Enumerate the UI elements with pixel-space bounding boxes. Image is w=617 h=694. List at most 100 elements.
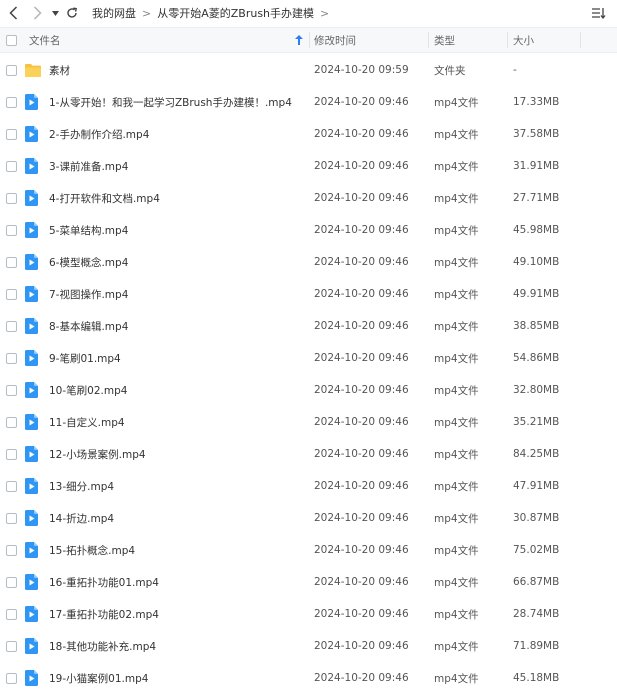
file-row[interactable]: 7-视图操作.mp4 2024-10-20 09:46 mp4文件 49.91MB [0,278,617,310]
breadcrumb-item-current[interactable]: 从零开始A菱的ZBrush手办建模 [157,5,314,21]
file-name[interactable]: 14-折边.mp4 [49,502,114,534]
file-row[interactable]: 5-菜单结构.mp4 2024-10-20 09:46 mp4文件 45.98MB [0,214,617,246]
file-type: mp4文件 [434,192,479,205]
file-row[interactable]: 6-模型概念.mp4 2024-10-20 09:46 mp4文件 49.10MB [0,246,617,278]
breadcrumb-item-root[interactable]: 我的网盘 [92,5,136,21]
column-header-size[interactable]: 大小 [513,28,583,52]
file-row[interactable]: 12-小场景案例.mp4 2024-10-20 09:46 mp4文件 84.25MB [0,438,617,470]
row-checkbox[interactable] [6,545,17,556]
file-name[interactable]: 8-基本编辑.mp4 [49,310,128,342]
video-file-icon [25,350,38,370]
breadcrumb: 我的网盘 > 从零开始A菱的ZBrush手办建模 > [92,4,335,22]
row-checkbox[interactable] [6,289,17,300]
column-divider[interactable] [309,32,310,48]
select-all-checkbox[interactable] [6,35,17,46]
file-row[interactable]: 8-基本编辑.mp4 2024-10-20 09:46 mp4文件 38.85MB [0,310,617,342]
file-name[interactable]: 18-其他功能补充.mp4 [49,630,156,662]
column-header-size-label: 大小 [513,34,534,47]
file-type: mp4文件 [434,544,479,557]
file-modified-time: 2024-10-20 09:46 [314,256,409,268]
row-checkbox[interactable] [6,321,17,332]
file-size: 49.10MB [513,256,560,268]
file-row[interactable]: 11-自定义.mp4 2024-10-20 09:46 mp4文件 35.21MB [0,406,617,438]
forward-button[interactable] [30,4,44,22]
row-checkbox[interactable] [6,673,17,684]
column-header-name[interactable]: 文件名 [29,28,309,52]
file-name[interactable]: 7-视图操作.mp4 [49,278,128,310]
file-name[interactable]: 4-打开软件和文档.mp4 [49,182,160,214]
refresh-button[interactable] [64,4,80,22]
file-name[interactable]: 10-笔刷02.mp4 [49,374,127,406]
row-checkbox[interactable] [6,97,17,108]
file-type: mp4文件 [434,96,479,109]
file-size: 38.85MB [513,320,560,332]
breadcrumb-separator: > [320,6,330,20]
file-modified-time: 2024-10-20 09:46 [314,352,409,364]
file-name[interactable]: 17-重拓扑功能02.mp4 [49,598,159,630]
row-checkbox[interactable] [6,193,17,204]
video-file-icon [25,606,38,626]
file-row[interactable]: 13-细分.mp4 2024-10-20 09:46 mp4文件 47.91MB [0,470,617,502]
file-row[interactable]: 10-笔刷02.mp4 2024-10-20 09:46 mp4文件 32.80MB [0,374,617,406]
row-checkbox[interactable] [6,129,17,140]
file-name[interactable]: 12-小场景案例.mp4 [49,438,146,470]
file-name[interactable]: 1-从零开始！和我一起学习ZBrush手办建模！.mp4 [49,86,292,118]
video-file-icon [25,126,38,146]
file-row[interactable]: 2-手办制作介绍.mp4 2024-10-20 09:46 mp4文件 37.58MB [0,118,617,150]
file-name[interactable]: 15-拓扑概念.mp4 [49,534,135,566]
row-checkbox[interactable] [6,257,17,268]
file-name[interactable]: 19-小猫案例01.mp4 [49,662,148,694]
column-header-modified[interactable]: 修改时间 [314,28,424,52]
file-type: mp4文件 [434,640,479,653]
sort-options-button[interactable] [591,4,607,22]
file-name[interactable]: 11-自定义.mp4 [49,406,125,438]
row-checkbox[interactable] [6,481,17,492]
history-dropdown-button[interactable] [50,4,60,22]
file-name[interactable]: 3-课前准备.mp4 [49,150,128,182]
row-checkbox[interactable] [6,577,17,588]
row-checkbox[interactable] [6,609,17,620]
video-file-icon [25,318,38,338]
file-type: mp4文件 [434,512,479,525]
file-row[interactable]: 1-从零开始！和我一起学习ZBrush手办建模！.mp4 2024-10-20 0… [0,86,617,118]
file-name[interactable]: 13-细分.mp4 [49,470,114,502]
back-button[interactable] [6,4,20,22]
file-row[interactable]: 9-笔刷01.mp4 2024-10-20 09:46 mp4文件 54.86MB [0,342,617,374]
file-size: 45.18MB [513,672,560,684]
file-row[interactable]: 17-重拓扑功能02.mp4 2024-10-20 09:46 mp4文件 28.74… [0,598,617,630]
row-checkbox[interactable] [6,353,17,364]
sort-ascending-icon[interactable] [295,35,303,45]
row-checkbox[interactable] [6,513,17,524]
file-row[interactable]: 16-重拓扑功能01.mp4 2024-10-20 09:46 mp4文件 66.87… [0,566,617,598]
row-checkbox[interactable] [6,417,17,428]
file-name[interactable]: 16-重拓扑功能01.mp4 [49,566,159,598]
file-name[interactable]: 6-模型概念.mp4 [49,246,128,278]
column-divider[interactable] [428,32,429,48]
row-checkbox[interactable] [6,65,17,76]
file-row[interactable]: 18-其他功能补充.mp4 2024-10-20 09:46 mp4文件 71.89M… [0,630,617,662]
row-checkbox[interactable] [6,641,17,652]
file-modified-time: 2024-10-20 09:46 [314,480,409,492]
file-row[interactable]: 15-拓扑概念.mp4 2024-10-20 09:46 mp4文件 75.02MB [0,534,617,566]
file-name[interactable]: 素材 [49,54,70,86]
file-type: 文件夹 [434,64,466,77]
file-row[interactable]: 素材 2024-10-20 09:59 文件夹 - [0,54,617,86]
file-name[interactable]: 9-笔刷01.mp4 [49,342,121,374]
file-row[interactable]: 19-小猫案例01.mp4 2024-10-20 09:46 mp4文件 45.18M… [0,662,617,694]
column-divider[interactable] [580,32,581,48]
file-name[interactable]: 5-菜单结构.mp4 [49,214,128,246]
row-checkbox[interactable] [6,385,17,396]
column-header-type[interactable]: 类型 [434,28,504,52]
row-checkbox[interactable] [6,225,17,236]
video-file-icon [25,414,38,434]
file-row[interactable]: 4-打开软件和文档.mp4 2024-10-20 09:46 mp4文件 27.71M… [0,182,617,214]
column-divider[interactable] [507,32,508,48]
file-row[interactable]: 14-折边.mp4 2024-10-20 09:46 mp4文件 30.87MB [0,502,617,534]
file-row[interactable]: 3-课前准备.mp4 2024-10-20 09:46 mp4文件 31.91MB [0,150,617,182]
row-checkbox[interactable] [6,161,17,172]
file-name[interactable]: 2-手办制作介绍.mp4 [49,118,149,150]
file-type: mp4文件 [434,160,479,173]
file-modified-time: 2024-10-20 09:46 [314,672,409,684]
row-checkbox[interactable] [6,449,17,460]
file-size: 32.80MB [513,384,560,396]
